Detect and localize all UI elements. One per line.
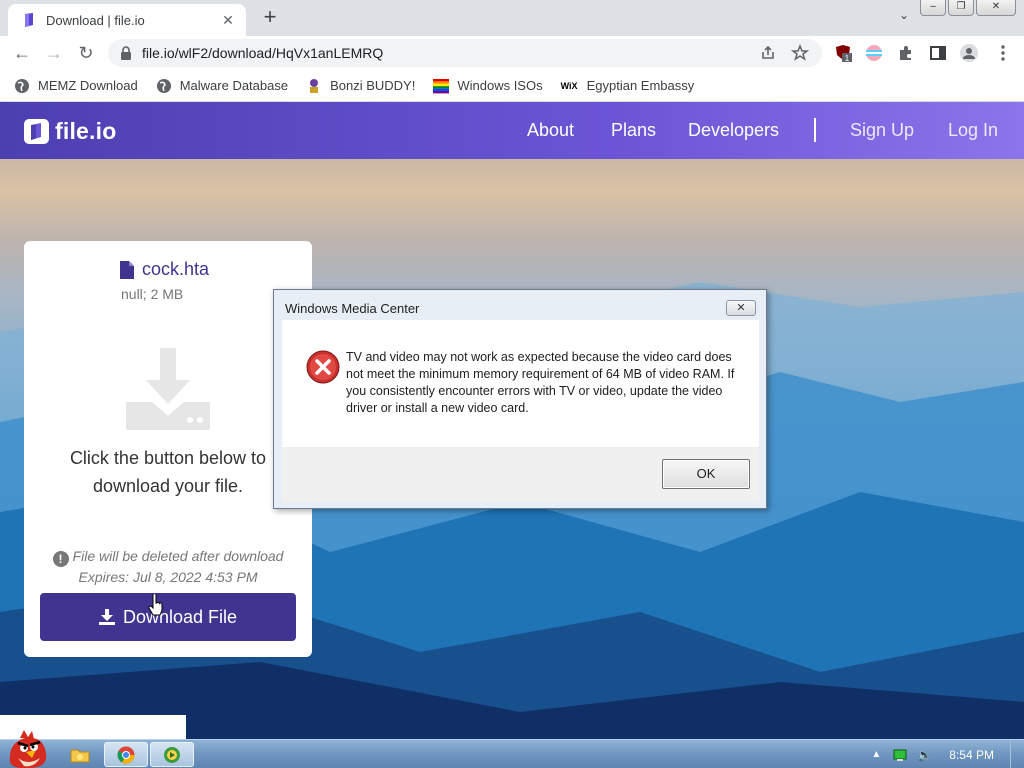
folder-icon [70, 749, 90, 762]
file-meta: null; 2 MB [121, 286, 184, 302]
clock[interactable]: 8:54 PM [949, 748, 994, 762]
maximize-button[interactable]: ❐ [948, 0, 974, 16]
dialog-message: TV and video may not work as expected be… [346, 350, 735, 415]
bookmark-windows-isos[interactable]: Windows ISOs [433, 78, 543, 94]
nav-sign-up[interactable]: Sign Up [850, 120, 914, 141]
download-button-label: Download File [122, 606, 238, 627]
bookmark-egyptian-embassy[interactable]: WiX Egyptian Embassy [561, 78, 695, 94]
expiry-notice: ! File will be deleted after download Exp… [24, 546, 312, 587]
media-center-icon [164, 746, 180, 763]
taskbar-explorer[interactable] [58, 742, 102, 767]
close-tab-icon[interactable]: ✕ [220, 12, 236, 29]
file-icon [120, 260, 134, 279]
trans-flag-extension-icon[interactable] [865, 44, 883, 62]
profile-avatar-icon[interactable] [960, 44, 978, 62]
logo-text: file.io [55, 118, 117, 144]
tab-title: Download | file.io [46, 12, 145, 28]
globe-icon [15, 78, 29, 93]
browser-toolbar: ← → ↻ file.io/wlF2/download/HqVx1anLEMRQ… [0, 36, 1024, 70]
bookmark-memz[interactable]: MEMZ Download [14, 78, 138, 94]
bonzi-icon [310, 78, 319, 93]
dialog-body: TV and video may not work as expected be… [282, 320, 759, 447]
show-desktop-button[interactable] [1010, 740, 1024, 768]
nav-developers[interactable]: Developers [688, 120, 779, 141]
file-io-logo-icon [24, 119, 49, 144]
globe-icon [156, 78, 171, 93]
bookmark-star-icon[interactable] [790, 43, 810, 63]
minimize-button[interactable]: ‒ [920, 0, 946, 16]
network-icon[interactable] [893, 748, 907, 762]
bookmark-label: Malware Database [179, 78, 289, 93]
angry-bird-start-icon[interactable] [4, 728, 50, 768]
ok-button[interactable]: OK [662, 459, 750, 489]
menu-kebab-icon[interactable] [994, 44, 1012, 62]
error-icon [306, 350, 340, 384]
file-name: cock.hta [142, 259, 210, 279]
volume-icon[interactable]: 🔈 [917, 748, 932, 762]
dialog-close-button[interactable]: ✕ [726, 300, 756, 316]
share-icon[interactable] [758, 43, 778, 63]
extensions-puzzle-icon[interactable] [897, 44, 915, 62]
file-io-logo[interactable]: file.io [24, 118, 116, 145]
bookmarks-bar: MEMZ Download Malware Database Bonzi BUD… [0, 70, 1024, 102]
tab-strip: Download | file.io ✕ + ⌄ ‒ ❐ ✕ [0, 0, 1024, 36]
download-tray-icon [126, 348, 210, 430]
ublock-extension-icon[interactable]: 1 [834, 44, 852, 62]
nav-about[interactable]: About [527, 120, 574, 141]
file-name-row: cock.hta [120, 259, 209, 280]
bookmark-label: MEMZ Download [38, 78, 138, 93]
bookmark-bonzi-buddy[interactable]: Bonzi BUDDY! [306, 78, 415, 94]
bookmark-label: Bonzi BUDDY! [330, 78, 416, 93]
address-bar[interactable]: file.io/wlF2/download/HqVx1anLEMRQ [108, 39, 822, 67]
expires-text: Expires: Jul 8, 2022 4:53 PM [78, 569, 258, 585]
taskbar-chrome[interactable] [104, 742, 148, 767]
tab-search-icon[interactable]: ⌄ [894, 8, 914, 28]
delete-warning: File will be deleted after download [72, 548, 284, 564]
browser-tab[interactable]: Download | file.io ✕ [8, 4, 246, 36]
window-controls: ‒ ❐ ✕ [920, 0, 1016, 16]
bookmark-label: Egyptian Embassy [586, 78, 695, 93]
show-hidden-icons-icon[interactable]: ▲ [869, 748, 883, 762]
extension-badge: 1 [845, 54, 850, 62]
bookmark-malware-database[interactable]: Malware Database [156, 78, 288, 94]
taskbar-media-center[interactable] [150, 742, 194, 767]
back-button[interactable]: ← [10, 42, 34, 66]
forward-button[interactable]: → [42, 42, 66, 66]
download-icon [98, 609, 115, 625]
download-card: cock.hta null; 2 MB Click the button bel… [24, 241, 312, 657]
lock-icon [121, 46, 131, 60]
download-file-button[interactable]: Download File [40, 593, 296, 641]
new-tab-button[interactable]: + [258, 4, 282, 30]
exclamation-icon: ! [52, 551, 69, 567]
side-panel-icon[interactable] [929, 44, 947, 62]
nav-log-in[interactable]: Log In [948, 120, 998, 141]
bookmark-label: Windows ISOs [457, 78, 543, 93]
close-window-button[interactable]: ✕ [976, 0, 1016, 16]
nav-plans[interactable]: Plans [611, 120, 656, 141]
system-tray: ▲ 🔈 8:54 PM [869, 740, 1024, 768]
taskbar: ▲ 🔈 8:54 PM [0, 730, 1024, 768]
download-instructions: Click the button below to download your … [69, 448, 267, 496]
reload-button[interactable]: ↻ [74, 42, 98, 66]
nav-divider [814, 118, 816, 142]
site-header: file.io About Plans Developers Sign Up L… [0, 102, 1024, 159]
error-dialog: Windows Media Center ✕ TV and video may … [273, 289, 767, 509]
wix-icon: WiX [560, 80, 578, 91]
dialog-footer: OK [282, 447, 759, 502]
dialog-title: Windows Media Center [285, 301, 420, 316]
file-io-favicon-icon [25, 13, 33, 27]
url-text: file.io/wlF2/download/HqVx1anLEMRQ [142, 45, 384, 61]
hand-cursor-icon [148, 594, 163, 616]
rainbow-flag-icon [433, 78, 450, 93]
chrome-icon [117, 746, 135, 763]
